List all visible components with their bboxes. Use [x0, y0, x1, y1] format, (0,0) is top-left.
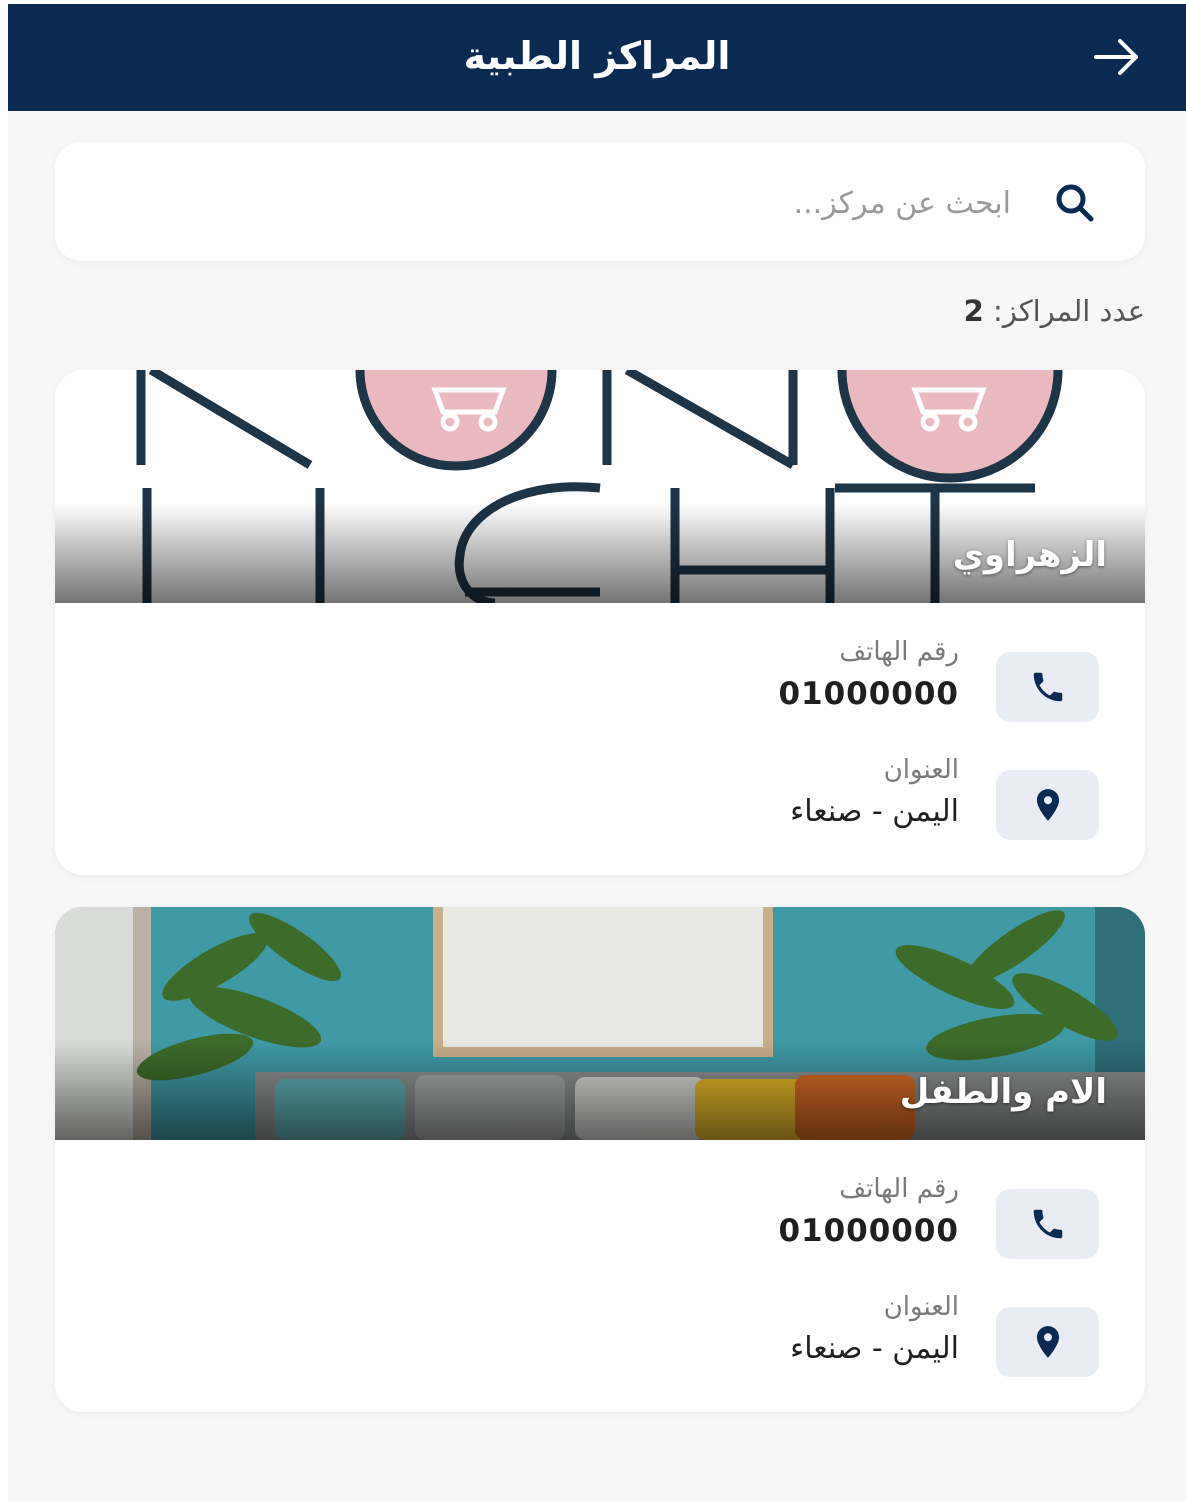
center-name: الزهراوي: [952, 535, 1107, 575]
address-label: العنوان: [883, 1292, 959, 1322]
phone-number: 01000000: [778, 676, 959, 712]
location-pin-icon: [996, 770, 1099, 840]
page-title: المراكز الطبية: [463, 34, 731, 78]
address-text: العنوان اليمن - صنعاء: [790, 750, 959, 834]
search-icon[interactable]: [1047, 180, 1103, 224]
location-pin-icon: [996, 1307, 1099, 1377]
phone-row[interactable]: رقم الهاتف 01000000: [499, 637, 1099, 722]
back-button[interactable]: [1090, 34, 1142, 80]
address-row[interactable]: العنوان اليمن - صنعاء: [499, 755, 1099, 840]
address-text: العنوان اليمن - صنعاء: [790, 1287, 959, 1371]
screen: المراكز الطبية عدد المراكز: 2: [8, 4, 1186, 1501]
address-value: اليمن - صنعاء: [790, 1331, 959, 1366]
center-image: الام والطفل: [55, 907, 1145, 1140]
phone-icon[interactable]: [996, 652, 1099, 722]
center-name: الام والطفل: [899, 1072, 1107, 1112]
app-bar: المراكز الطبية: [8, 4, 1186, 111]
search-input[interactable]: [189, 172, 1013, 234]
address-label: العنوان: [883, 755, 959, 785]
centers-count-value: 2: [963, 294, 984, 328]
phone-row[interactable]: رقم الهاتف 01000000: [499, 1174, 1099, 1259]
address-row[interactable]: العنوان اليمن - صنعاء: [499, 1292, 1099, 1377]
center-card[interactable]: الام والطفل رقم الهاتف 01000000 العنوان …: [55, 907, 1145, 1412]
arrow-right-icon: [1094, 39, 1138, 75]
centers-count-label: عدد المراكز:: [993, 294, 1145, 328]
centers-count: عدد المراكز: 2: [964, 294, 1145, 328]
center-card[interactable]: الزهراوي رقم الهاتف 01000000 العنوان الي…: [55, 370, 1145, 875]
phone-text: رقم الهاتف 01000000: [778, 1169, 959, 1253]
phone-number: 01000000: [778, 1213, 959, 1249]
center-image: الزهراوي: [55, 370, 1145, 603]
phone-label: رقم الهاتف: [839, 1174, 959, 1204]
phone-text: رقم الهاتف 01000000: [778, 632, 959, 716]
phone-icon[interactable]: [996, 1189, 1099, 1259]
address-value: اليمن - صنعاء: [790, 794, 959, 829]
phone-label: رقم الهاتف: [839, 637, 959, 667]
search-bar: [55, 142, 1145, 261]
